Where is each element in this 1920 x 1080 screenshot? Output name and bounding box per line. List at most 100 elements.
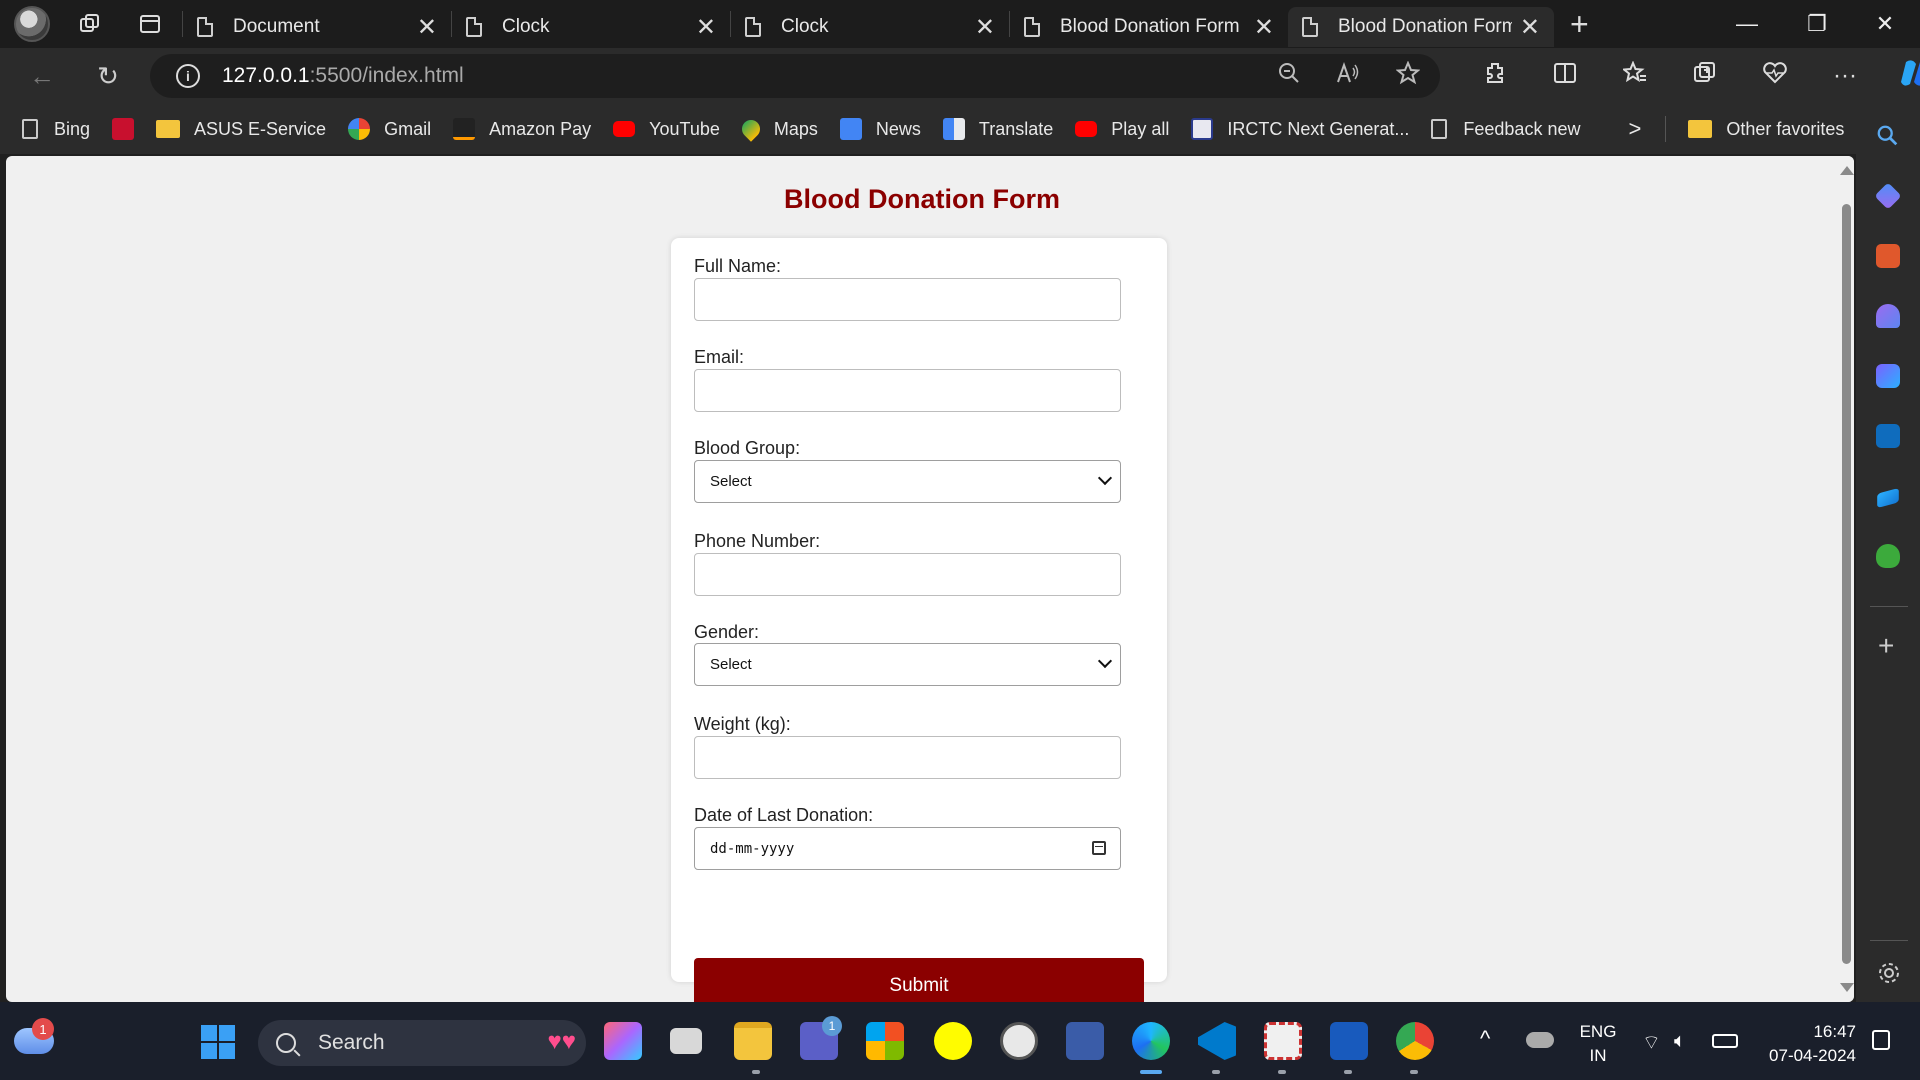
gear-icon[interactable] (1876, 960, 1902, 986)
restore-button[interactable]: ❐ (1782, 0, 1852, 48)
site-info-icon[interactable]: i (176, 64, 200, 88)
windows-start-icon[interactable] (200, 1024, 236, 1060)
full-name-label: Full Name: (694, 256, 782, 276)
outlook-icon[interactable] (1876, 424, 1900, 448)
close-window-button[interactable]: ✕ (1850, 0, 1920, 48)
tab-blood-donation-form-active[interactable]: Blood Donation Form ✕ (1288, 7, 1554, 47)
taskbar-search[interactable]: Search ♥♥ (258, 1020, 586, 1066)
tab-document[interactable]: Document ✕ (183, 7, 451, 47)
browser-essentials-icon[interactable] (1740, 61, 1810, 92)
favorite-youtube[interactable]: YouTube (613, 119, 720, 140)
chevron-right-icon: > (1628, 116, 1642, 141)
calendar-icon[interactable] (1092, 841, 1106, 855)
tree-icon[interactable] (1876, 544, 1900, 568)
snipping-tool-icon[interactable] (1264, 1022, 1302, 1060)
send-icon[interactable] (1877, 487, 1899, 509)
add-icon[interactable]: + (1878, 630, 1894, 662)
tab-blood-donation-form[interactable]: Blood Donation Form ✕ (1010, 7, 1288, 47)
favorite-star-icon[interactable] (1395, 60, 1421, 91)
profile-avatar[interactable] (14, 6, 50, 42)
split-screen-icon[interactable] (1530, 61, 1600, 92)
last-donation-date-input[interactable]: dd-mm-yyyy (694, 827, 1121, 870)
last-donation-label: Date of Last Donation: (694, 805, 874, 825)
favorite-amazon-pay[interactable]: Amazon Pay (453, 118, 591, 140)
minimize-button[interactable]: — (1712, 0, 1782, 48)
url-text[interactable]: 127.0.0.1:5500/index.html (222, 64, 464, 88)
tools-briefcase-icon[interactable] (1876, 244, 1900, 268)
favorites-overflow-button[interactable]: > (1628, 116, 1641, 142)
page-scrollbar[interactable] (1838, 156, 1854, 1002)
shopping-tag-icon[interactable] (1874, 182, 1902, 210)
date-placeholder: dd-mm-yyyy (710, 840, 795, 857)
favorite-translate[interactable]: Translate (942, 118, 1053, 140)
favorite-feedback-new[interactable]: Feedback new (1431, 119, 1580, 140)
collections-icon[interactable] (1670, 61, 1740, 92)
favorite-asus-e-service[interactable]: ASUS E-Service (156, 119, 326, 140)
phone-number-input[interactable] (694, 553, 1121, 596)
favorite-pdf[interactable] (112, 118, 135, 140)
favorite-maps[interactable]: Maps (738, 116, 818, 142)
address-bar[interactable]: i 127.0.0.1:5500/index.html (150, 54, 1440, 98)
submit-button[interactable]: Submit (694, 958, 1144, 1002)
close-icon[interactable]: ✕ (975, 13, 995, 42)
favorite-other-favorites[interactable]: Other favorites (1688, 119, 1844, 140)
zoom-icon[interactable] (1278, 62, 1300, 90)
scroll-up-arrow-icon[interactable] (1840, 166, 1854, 175)
task-view-icon[interactable] (670, 1028, 702, 1054)
games-icon[interactable] (1876, 304, 1900, 328)
workspaces-icon[interactable] (68, 2, 112, 46)
tab-clock-1[interactable]: Clock ✕ (452, 7, 730, 47)
read-aloud-icon[interactable] (1336, 61, 1360, 90)
snapchat-icon[interactable] (934, 1022, 972, 1060)
word-icon[interactable] (1330, 1022, 1368, 1060)
app-window-icon[interactable] (1066, 1022, 1104, 1060)
search-icon (276, 1033, 296, 1053)
notifications-icon[interactable] (1872, 1030, 1890, 1050)
favorite-bing[interactable]: Bing (22, 119, 90, 140)
windows-taskbar: 1 Search ♥♥ 1 ^ ENG IN ⌔ 🔈︎ 16:47 07-04-… (0, 1002, 1920, 1080)
blood-group-label: Blood Group: (694, 438, 801, 458)
scroll-down-arrow-icon[interactable] (1840, 983, 1854, 992)
chrome-icon[interactable] (1396, 1022, 1434, 1060)
weight-input[interactable] (694, 736, 1121, 779)
wifi-icon[interactable]: ⌔ (1642, 1030, 1661, 1055)
more-options-icon[interactable]: ··· (1810, 62, 1880, 90)
file-explorer-icon[interactable] (734, 1022, 772, 1060)
store-icon[interactable] (866, 1022, 904, 1060)
language-indicator[interactable]: ENG IN (1578, 1022, 1618, 1066)
wordpress-icon[interactable] (1000, 1022, 1038, 1060)
vertical-tabs-icon[interactable] (128, 2, 172, 46)
vscode-icon[interactable] (1198, 1022, 1236, 1060)
onedrive-cloud-icon[interactable] (1526, 1032, 1554, 1048)
gender-selected-value: Select (710, 656, 752, 673)
new-tab-button[interactable]: + (1570, 6, 1589, 43)
extensions-icon[interactable] (1460, 61, 1530, 92)
favorite-play-all[interactable]: Play all (1075, 119, 1169, 140)
copilot-icon[interactable] (1880, 58, 1920, 95)
copilot-sidebar-icon[interactable] (1876, 364, 1900, 388)
volume-icon[interactable]: 🔈︎ (1674, 1030, 1686, 1053)
favorite-gmail[interactable]: Gmail (348, 118, 431, 140)
tab-clock-2[interactable]: Clock ✕ (731, 7, 1009, 47)
gender-select[interactable]: Select (694, 643, 1121, 686)
url-path: :5500/index.html (309, 64, 464, 87)
reload-button[interactable]: ↻ (86, 54, 130, 98)
search-icon[interactable] (1876, 124, 1900, 148)
favorite-news[interactable]: News (839, 118, 921, 140)
scrollbar-thumb[interactable] (1842, 204, 1851, 964)
close-icon[interactable]: ✕ (696, 13, 716, 42)
back-button[interactable]: ← (20, 54, 64, 98)
close-icon[interactable]: ✕ (417, 13, 437, 42)
clock[interactable]: 16:47 07-04-2024 (1756, 1022, 1856, 1066)
blood-group-select[interactable]: Select (694, 460, 1121, 503)
close-icon[interactable]: ✕ (1254, 13, 1274, 42)
battery-icon[interactable] (1712, 1034, 1738, 1048)
close-icon[interactable]: ✕ (1520, 13, 1540, 42)
show-hidden-icons-chevron-icon[interactable]: ^ (1480, 1026, 1490, 1052)
copilot-pre-icon[interactable] (604, 1022, 642, 1060)
email-input[interactable] (694, 369, 1121, 412)
full-name-input[interactable] (694, 278, 1121, 321)
favorites-icon[interactable] (1600, 59, 1670, 92)
edge-icon[interactable] (1132, 1022, 1170, 1060)
favorite-irctc[interactable]: IRCTC Next Generat... (1191, 118, 1409, 140)
